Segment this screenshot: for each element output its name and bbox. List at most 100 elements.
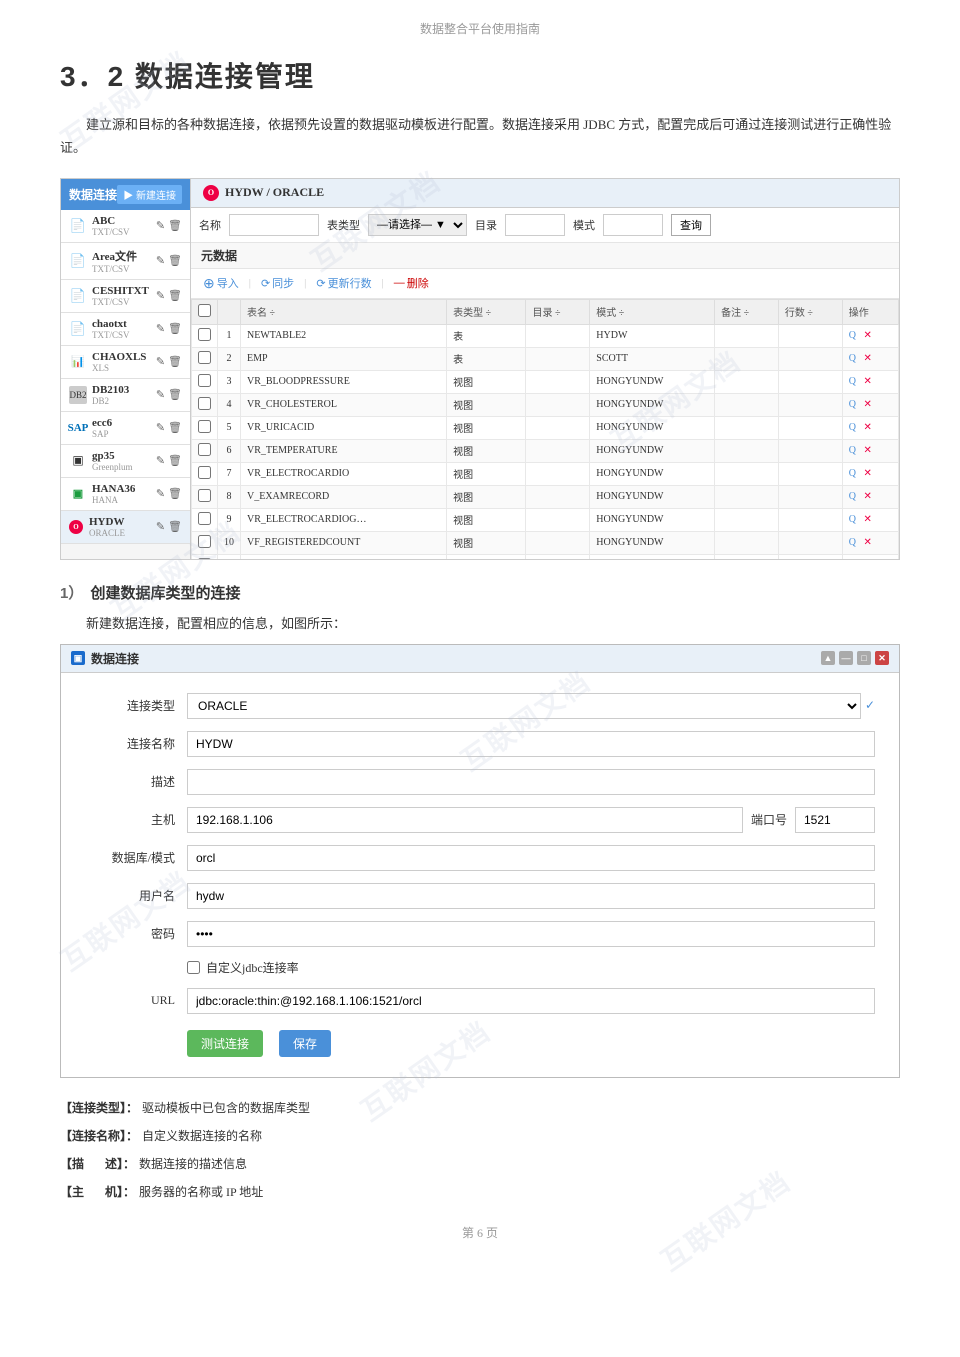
- delete-row-icon[interactable]: ✕: [863, 468, 871, 479]
- edit-icon[interactable]: ✎: [156, 289, 165, 302]
- delete-icon[interactable]: 🗑: [168, 520, 182, 533]
- edit-icon[interactable]: ✎: [156, 421, 165, 434]
- dialog-up-button[interactable]: ▲: [821, 651, 835, 665]
- sidebar-item-gp35[interactable]: ▣ gp35 Greenplum ✎ 🗑: [61, 445, 190, 478]
- delete-button[interactable]: — 删除: [390, 273, 433, 293]
- new-connection-button[interactable]: ▶ 新建连接: [117, 185, 182, 204]
- edit-icon[interactable]: ✎: [156, 322, 165, 335]
- select-all-checkbox[interactable]: [198, 304, 211, 317]
- search-row-icon[interactable]: Q: [849, 514, 856, 525]
- search-row-icon[interactable]: Q: [849, 491, 856, 502]
- row-checkbox[interactable]: [192, 485, 218, 508]
- search-row-icon[interactable]: Q: [849, 468, 856, 479]
- edit-icon[interactable]: ✎: [156, 520, 165, 533]
- row-checkbox[interactable]: [192, 439, 218, 462]
- row-tablename: VR_ELECTROCARDIO: [241, 462, 447, 485]
- search-row-icon[interactable]: Q: [849, 537, 856, 548]
- delete-icon[interactable]: 🗑: [168, 487, 182, 500]
- delete-row-icon[interactable]: ✕: [863, 445, 871, 456]
- sidebar-item-hana36[interactable]: ▣ HANA36 HANA ✎ 🗑: [61, 478, 190, 511]
- sidebar-item-area[interactable]: 📄 Area文件 TXT/CSV ✎ 🗑: [61, 243, 190, 280]
- delete-row-icon[interactable]: ✕: [863, 330, 871, 341]
- sidebar-item-chaotxt[interactable]: 📄 chaotxt TXT/CSV ✎ 🗑: [61, 313, 190, 346]
- sidebar-item-db2103[interactable]: DB2 DB2103 DB2 ✎ 🗑: [61, 379, 190, 412]
- search-row-icon[interactable]: Q: [849, 399, 856, 410]
- edit-icon[interactable]: ✎: [156, 388, 165, 401]
- row-checkbox[interactable]: [192, 554, 218, 559]
- delete-row-icon[interactable]: ✕: [863, 491, 871, 502]
- sidebar-item-abc[interactable]: 📄 ABC TXT/CSV ✎ 🗑: [61, 210, 190, 243]
- target-input[interactable]: [505, 214, 565, 236]
- sidebar-item-ecc6[interactable]: SAP ecc6 SAP ✎ 🗑: [61, 412, 190, 445]
- schema-input[interactable]: [603, 214, 663, 236]
- row-checkbox[interactable]: [192, 393, 218, 416]
- row-checkbox[interactable]: [192, 508, 218, 531]
- delete-row-icon[interactable]: ✕: [863, 376, 871, 387]
- port-input[interactable]: [795, 807, 875, 833]
- host-input[interactable]: [187, 807, 743, 833]
- search-row-icon[interactable]: Q: [849, 330, 856, 341]
- row-checkbox[interactable]: [192, 462, 218, 485]
- password-input[interactable]: [187, 921, 875, 947]
- edit-icon[interactable]: ✎: [156, 254, 165, 267]
- col-tabletype: 表类型 ÷: [447, 299, 526, 324]
- delete-icon[interactable]: 🗑: [168, 421, 182, 434]
- search-row-icon[interactable]: Q: [849, 422, 856, 433]
- search-row-icon[interactable]: Q: [849, 376, 856, 387]
- search-row-icon[interactable]: Q: [849, 445, 856, 456]
- delete-row-icon[interactable]: ✕: [863, 422, 871, 433]
- row-checkbox[interactable]: [192, 347, 218, 370]
- row-tablename: VR_URICACID: [241, 416, 447, 439]
- delete-row-icon[interactable]: ✕: [863, 399, 871, 410]
- dialog-minimize-button[interactable]: —: [839, 651, 853, 665]
- save-button[interactable]: 保存: [279, 1030, 331, 1057]
- row-ops: Q ✕: [842, 393, 898, 416]
- row-tablename: VR_TEMPERATURE: [241, 439, 447, 462]
- desc-input[interactable]: [187, 769, 875, 795]
- delete-row-icon[interactable]: ✕: [863, 514, 871, 525]
- sidebar-item-hydw[interactable]: O HYDW ORACLE ✎ 🗑: [61, 511, 190, 544]
- host-label: 主机: [85, 811, 175, 828]
- search-row-icon[interactable]: Q: [849, 353, 856, 364]
- name-input[interactable]: [229, 214, 319, 236]
- sync-button[interactable]: ⟳ 同步: [257, 273, 298, 293]
- row-checkbox[interactable]: [192, 370, 218, 393]
- delete-icon[interactable]: 🗑: [168, 388, 182, 401]
- delete-icon[interactable]: 🗑: [168, 355, 182, 368]
- row-checkbox[interactable]: [192, 416, 218, 439]
- row-checkbox[interactable]: [192, 324, 218, 347]
- custom-jdbc-checkbox[interactable]: [187, 961, 200, 974]
- dialog-maximize-button[interactable]: □: [857, 651, 871, 665]
- delete-icon[interactable]: 🗑: [168, 289, 182, 302]
- delete-row-icon[interactable]: ✕: [863, 353, 871, 364]
- url-input[interactable]: [187, 988, 875, 1014]
- conn-type-select[interactable]: ORACLE: [187, 693, 861, 719]
- edit-icon[interactable]: ✎: [156, 355, 165, 368]
- table-type-select[interactable]: —请选择— ▼: [368, 214, 467, 236]
- refresh-rows-button[interactable]: ⟳ 更新行数: [312, 273, 375, 293]
- delete-icon[interactable]: 🗑: [168, 219, 182, 232]
- delete-icon[interactable]: 🗑: [168, 254, 182, 267]
- test-connection-button[interactable]: 测试连接: [187, 1030, 263, 1057]
- edit-icon[interactable]: ✎: [156, 219, 165, 232]
- dialog-close-button[interactable]: ✕: [875, 651, 889, 665]
- sidebar-item-ceshitxt[interactable]: 📄 CESHITXT TXT/CSV ✎ 🗑: [61, 280, 190, 313]
- query-button[interactable]: 查询: [671, 214, 711, 236]
- edit-icon[interactable]: ✎: [156, 487, 165, 500]
- sidebar-item-chaoxls[interactable]: 📊 CHAOXLS XLS ✎ 🗑: [61, 346, 190, 379]
- username-input[interactable]: [187, 883, 875, 909]
- row-note: [715, 347, 779, 370]
- row-tabletype: 视图: [447, 462, 526, 485]
- edit-icon[interactable]: ✎: [156, 454, 165, 467]
- delete-icon[interactable]: 🗑: [168, 454, 182, 467]
- delete-icon[interactable]: 🗑: [168, 322, 182, 335]
- db-schema-input[interactable]: [187, 845, 875, 871]
- conn-name-input[interactable]: [187, 731, 875, 757]
- row-checkbox[interactable]: [192, 531, 218, 554]
- row-rowcount: [778, 370, 842, 393]
- import-button[interactable]: ⊕ 导入: [199, 273, 243, 294]
- legend-val-1: 驱动模板中已包含的数据库类型: [142, 1096, 310, 1120]
- action-bar: ⊕ 导入 | ⟳ 同步 | ⟳ 更新行数 | — 删除: [191, 269, 899, 299]
- delete-row-icon[interactable]: ✕: [863, 537, 871, 548]
- data-table-container[interactable]: 表名 ÷ 表类型 ÷ 目录 ÷ 模式 ÷ 备注 ÷ 行数 ÷ 操作 1 NEWT…: [191, 299, 899, 559]
